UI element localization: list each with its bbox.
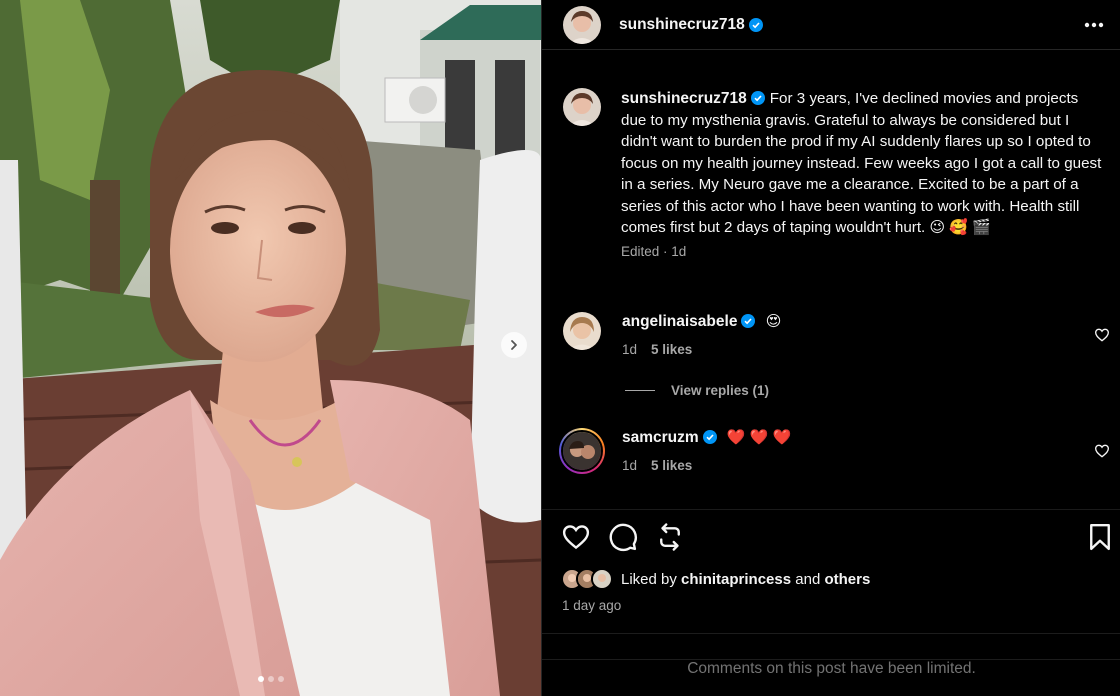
carousel-dot-1 (257, 676, 264, 682)
liker-avatars[interactable] (561, 568, 613, 590)
view-replies-button[interactable]: View replies (1) (625, 383, 769, 398)
more-horizontal-icon (1084, 22, 1104, 28)
edited-label: Edited (621, 243, 660, 259)
commenter-avatar[interactable] (563, 312, 601, 350)
avatar-image (563, 88, 601, 126)
caption-emojis: 😉 🥰 🎬 (929, 219, 991, 236)
story-ring[interactable] (559, 428, 605, 474)
comment-likes[interactable]: 5 likes (651, 342, 692, 357)
carousel-indicator (0, 676, 541, 682)
avatar-image (563, 5, 601, 44)
selfie-photo (0, 0, 541, 696)
comment-item: angelinaisabele 😍 1d 5 likes (563, 312, 1118, 357)
caption-meta: Edited · 1d (621, 244, 1103, 259)
divider (542, 633, 1120, 634)
author-username[interactable]: sunshinecruz718 (619, 16, 745, 34)
liker-avatar (591, 568, 613, 590)
caption-username[interactable]: sunshinecruz718 (621, 90, 747, 107)
post-photo[interactable] (0, 0, 541, 696)
author-avatar[interactable] (563, 5, 601, 44)
comment-age: 1d (622, 458, 638, 473)
avatar-image (563, 312, 601, 350)
action-bar (542, 509, 1120, 563)
chevron-right-icon (511, 340, 517, 350)
bookmark-icon[interactable] (1085, 522, 1115, 552)
comment-item: samcruzm ❤️ ❤️ ❤️ 1d 5 likes (559, 428, 1118, 474)
repost-icon[interactable] (655, 522, 685, 552)
comment-text: ❤️ ❤️ ❤️ (726, 429, 792, 446)
view-replies-label: View replies (1) (671, 383, 770, 398)
commenter-avatar (561, 430, 603, 472)
more-options-button[interactable] (1081, 12, 1107, 38)
caption-text: For 3 years, I've declined movies and pr… (621, 90, 1102, 236)
like-heart-icon[interactable] (561, 522, 591, 552)
post-timestamp[interactable]: 1 day ago (562, 598, 621, 613)
liked-by-and: and (795, 570, 821, 588)
verified-badge-icon (750, 91, 765, 105)
comment-username[interactable]: samcruzm (622, 429, 699, 446)
comment-username[interactable]: angelinaisabele (622, 313, 737, 330)
liked-by-user[interactable]: chinitaprincess (681, 571, 791, 588)
comment-likes[interactable]: 5 likes (651, 458, 692, 473)
next-photo-button[interactable] (501, 332, 527, 358)
avatar-image (563, 432, 601, 470)
caption-author-avatar[interactable] (563, 88, 601, 126)
comments-limited-notice: Comments on this post have been limited. (542, 659, 1120, 678)
comment-text: 😍 (765, 313, 782, 330)
replies-line (625, 390, 655, 391)
carousel-dot-2 (267, 676, 274, 682)
carousel-dot-3 (277, 676, 284, 682)
like-comment-heart-icon[interactable] (1094, 443, 1110, 459)
liked-by-row: Liked by chinitaprincess and others (561, 568, 870, 590)
comment-age: 1d (622, 342, 638, 357)
verified-badge-icon (741, 314, 756, 328)
comment-bubble-icon[interactable] (608, 522, 638, 552)
post-header: sunshinecruz718 (542, 0, 1120, 50)
instagram-post-dialog: sunshinecruz718 sunshinecruz718 For 3 ye… (0, 0, 1120, 696)
verified-badge-icon (748, 17, 763, 32)
caption-age: 1d (671, 243, 687, 259)
liked-by-others[interactable]: others (824, 571, 870, 588)
liked-by-prefix: Liked by (621, 570, 677, 588)
post-details-panel: sunshinecruz718 sunshinecruz718 For 3 ye… (541, 0, 1120, 696)
verified-badge-icon (702, 430, 717, 444)
post-caption: sunshinecruz718 For 3 years, I've decline… (563, 88, 1103, 259)
like-comment-heart-icon[interactable] (1094, 327, 1110, 343)
